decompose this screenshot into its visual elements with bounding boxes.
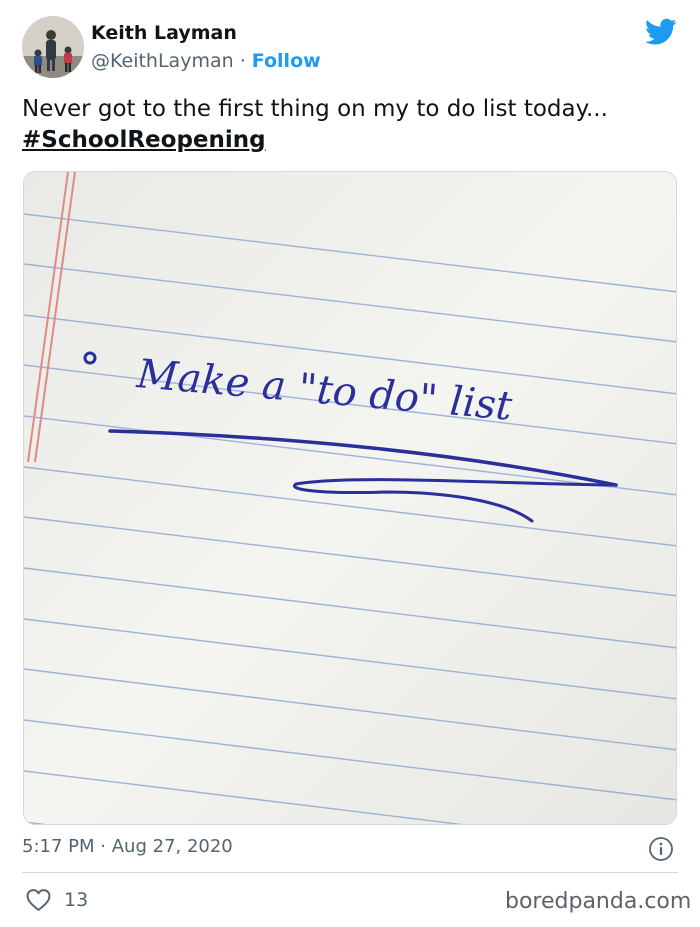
- tweet-text: Never got to the first thing on my to do…: [22, 94, 682, 156]
- watermark: boredpanda.com: [505, 889, 692, 914]
- author-handle[interactable]: @KeithLayman: [91, 50, 234, 72]
- like-count: 13: [64, 889, 89, 911]
- hashtag-link[interactable]: #SchoolReopening: [22, 125, 682, 156]
- tweet-timestamp[interactable]: 5:17 PM · Aug 27, 2020: [22, 836, 233, 857]
- tweet-body: Never got to the first thing on my to do…: [22, 96, 608, 122]
- tweet-time: 5:17 PM: [22, 836, 95, 857]
- timestamp-separator: ·: [100, 836, 106, 857]
- author-handle-line: @KeithLayman · Follow: [91, 50, 321, 72]
- twitter-bird-icon[interactable]: [645, 18, 677, 46]
- tweet-date: Aug 27, 2020: [111, 836, 233, 857]
- follow-button[interactable]: Follow: [252, 50, 321, 72]
- tweet-card: Keith Layman @KeithLayman · Follow Never…: [0, 0, 700, 927]
- handle-separator: ·: [239, 50, 246, 72]
- info-icon[interactable]: [648, 836, 674, 862]
- divider: [22, 872, 678, 873]
- heart-icon[interactable]: [26, 888, 51, 912]
- author-name[interactable]: Keith Layman: [91, 22, 237, 44]
- avatar[interactable]: [22, 16, 84, 78]
- tweet-photo[interactable]: Make a "to do" list: [23, 171, 677, 825]
